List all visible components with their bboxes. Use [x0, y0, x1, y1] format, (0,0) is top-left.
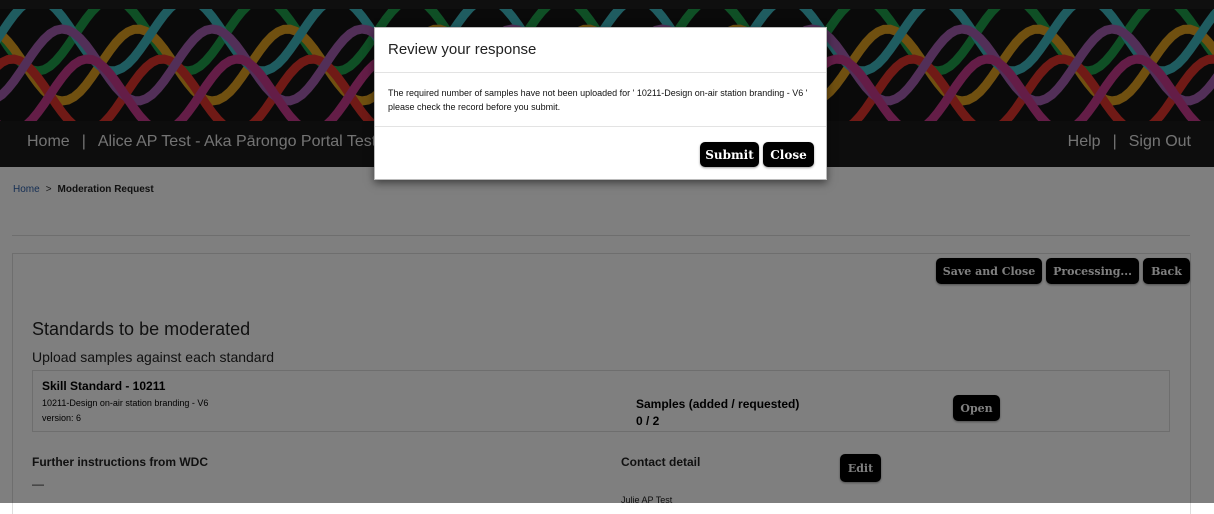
dialog-divider [375, 72, 826, 73]
dialog-message: The required number of samples have not … [388, 88, 808, 112]
close-button[interactable]: Close [763, 142, 814, 167]
submit-button[interactable]: Submit [700, 142, 759, 167]
review-response-dialog: Review your response The required number… [374, 27, 827, 180]
dialog-title: Review your response [388, 41, 537, 58]
dialog-divider [375, 126, 826, 127]
